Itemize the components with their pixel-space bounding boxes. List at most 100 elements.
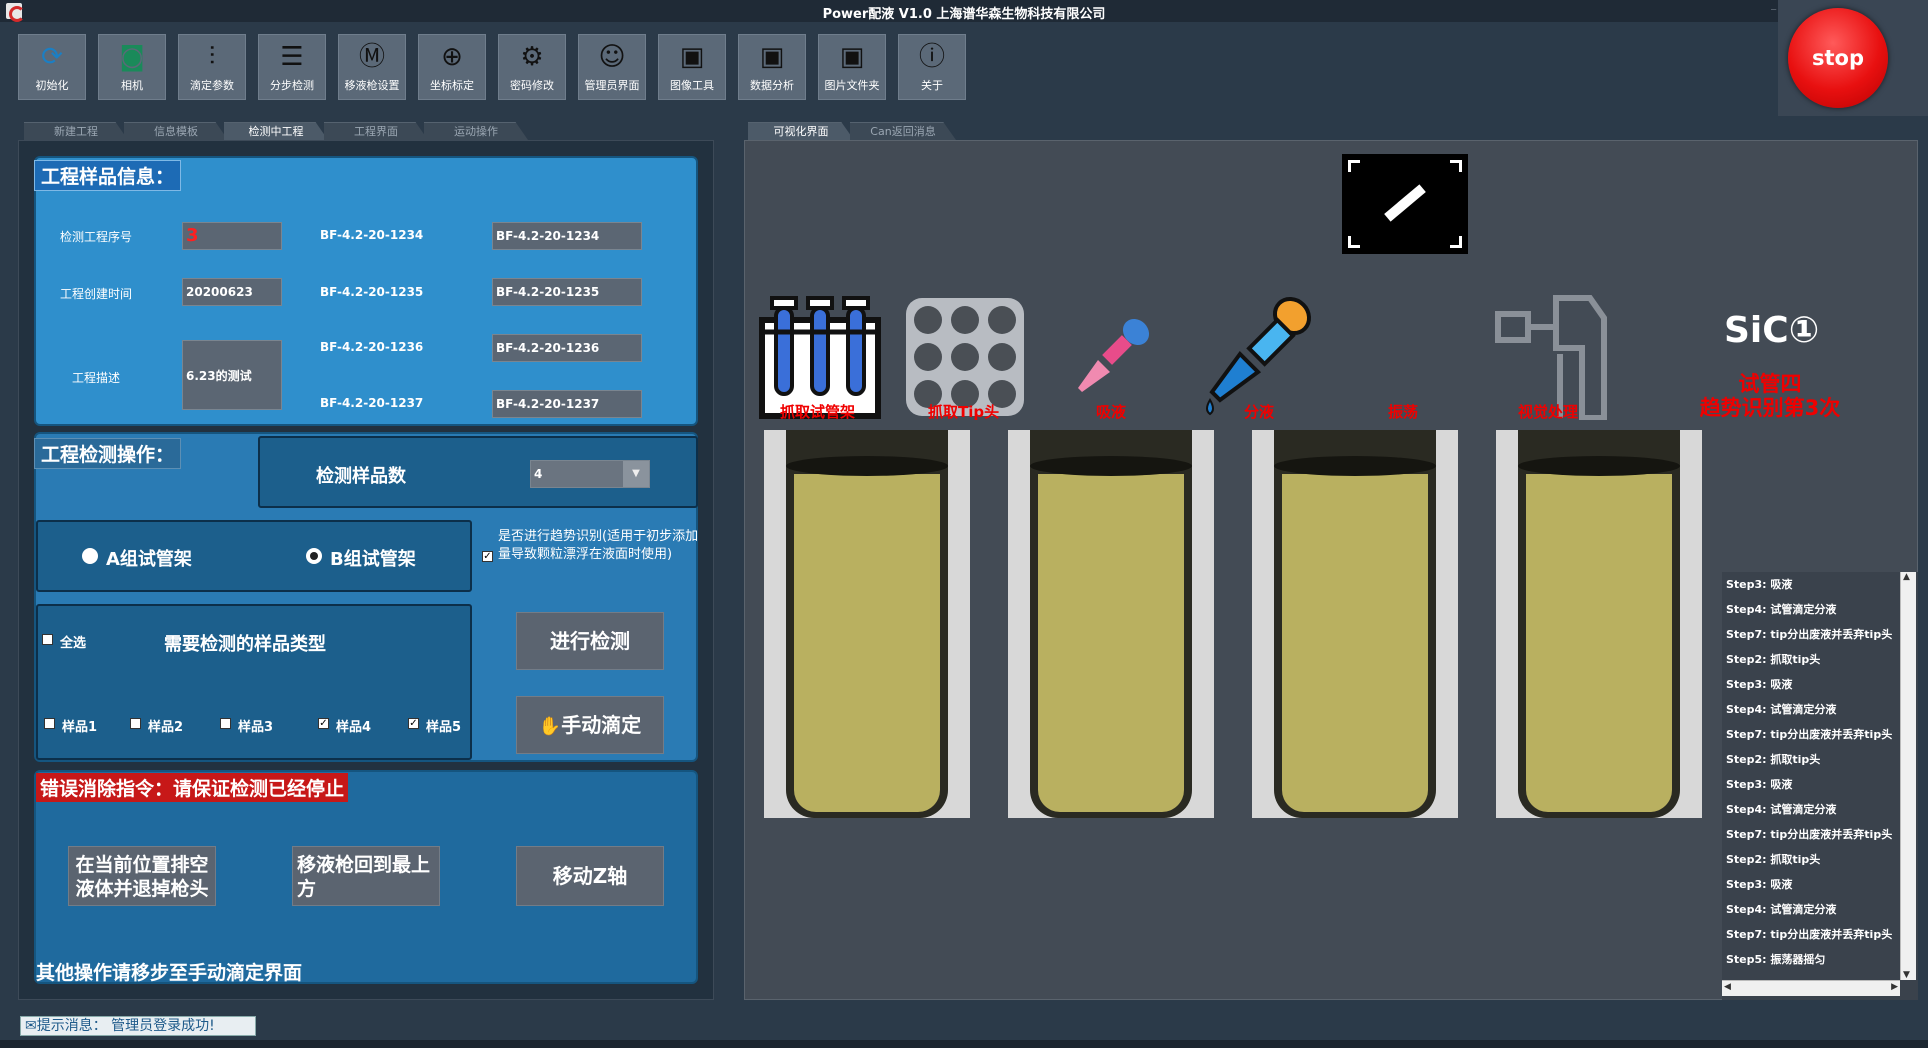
toolbar-button-admin[interactable]: ☺ 管理员界面 [578,34,646,100]
step-log-list[interactable]: Step3: 吸液 Step4: 试管滴定分液 Step7: tip分出废液并丢… [1722,572,1918,1000]
desc-label: 工程描述 [72,371,121,385]
sample-code-field-3[interactable]: BF-4.2-20-1236 [492,334,642,362]
dropper-dispense-icon [1206,296,1312,416]
device-view-icon [1342,154,1468,254]
sample-code-field-4[interactable]: BF-4.2-20-1237 [492,390,642,418]
toolbar-button-pipette-settings[interactable]: Ⓜ 移液枪设置 [338,34,406,100]
sample-code-3: BF-4.2-20-1236 [320,340,424,354]
toolbar-button-init[interactable]: ⟳ 初始化 [18,34,86,100]
pipette-return-top-button[interactable]: 移液枪回到最上方 [292,846,440,906]
toolbar: ⟳ 初始化 ◙ 相机 ⫶ 滴定参数 ☰ 分步检测 Ⓜ 移液枪设置 ⊕ 坐标标定 … [0,22,1928,114]
tube-image-4 [1496,430,1702,818]
log-horizontal-scrollbar[interactable]: ◀ ▶ [1722,980,1900,996]
image-chart-icon: ▣ [759,42,785,72]
sample-info-title: 工程样品信息： [34,160,182,191]
scroll-left-icon[interactable]: ◀ [1724,982,1731,992]
rack-a-radio[interactable] [82,548,98,564]
sample-code-2: BF-4.2-20-1235 [320,285,424,299]
sample3-checkbox[interactable] [220,718,231,729]
list-icon: ☰ [280,42,304,72]
log-line: Step3: 吸液 [1726,778,1793,791]
toolbar-button-image-tools[interactable]: ▣ 图像工具 [658,34,726,100]
refresh-icon: ⟳ [41,42,63,72]
serial-field[interactable]: 3 [182,222,282,250]
scroll-down-icon[interactable]: ▼ [1903,970,1910,980]
sample2-label: 样品2 [148,720,184,735]
sample-types-title: 需要检测的样品类型 [164,634,326,655]
manual-titration-label: 手动滴定 [561,713,642,737]
serial-label: 检测工程序号 [60,230,133,244]
status-text: 提示消息： 管理员登录成功! [36,1018,215,1034]
toolbar-button-about[interactable]: ⓘ 关于 [898,34,966,100]
log-line: Step7: tip分出废液并丢弃tip头 [1726,728,1893,741]
mail-icon: ✉ [25,1018,37,1034]
log-line: Step7: tip分出废液并丢弃tip头 [1726,928,1893,941]
chevron-down-icon[interactable]: ▼ [623,461,649,487]
toolbar-button-data-analysis[interactable]: ▣ 数据分析 [738,34,806,100]
sample-code-field-1[interactable]: BF-4.2-20-1234 [492,222,642,250]
tab-new-project[interactable]: 新建工程 [24,122,128,140]
select-all-label: 全选 [60,636,87,651]
hand-icon: ✋ [538,716,562,737]
image-folder-icon: ▣ [839,42,865,72]
step-grab-rack: 抓取试管架 [780,403,856,421]
sample-count-label: 检测样品数 [316,466,406,487]
manual-titration-button[interactable]: ✋手动滴定 [516,696,664,754]
created-field[interactable]: 20200623 [182,278,282,306]
stop-button[interactable]: stop [1788,8,1888,108]
stop-area: stop [1778,0,1928,116]
sample1-checkbox[interactable] [44,718,55,729]
log-vertical-scrollbar[interactable]: ▲ ▼ [1900,572,1916,980]
sample2-checkbox[interactable] [130,718,141,729]
sample5-checkbox[interactable]: ✓ [408,718,419,729]
lock-gear-icon: ⚙ [520,42,544,72]
created-label: 工程创建时间 [60,287,133,301]
step-vision: 视觉处理 [1518,403,1579,421]
log-line: Step5: 振荡器摇匀 [1726,953,1826,966]
select-all-checkbox[interactable] [42,634,53,645]
tab-project-interface[interactable]: 工程界面 [324,122,428,140]
image-icon: ▣ [679,42,705,72]
sliders-icon: ⫶ [208,42,216,72]
step-shake: 振荡 [1388,403,1419,421]
scroll-right-icon[interactable]: ▶ [1891,982,1898,992]
tab-motion-operation[interactable]: 运动操作 [424,122,528,140]
status-message: ✉提示消息： 管理员登录成功! [20,1016,256,1036]
rack-b-radio[interactable] [306,548,322,564]
sample4-checkbox[interactable]: ✓ [318,718,329,729]
user-gear-icon: ☺ [598,42,626,72]
log-line: Step7: tip分出废液并丢弃tip头 [1726,628,1893,641]
toolbar-button-titration-params[interactable]: ⫶ 滴定参数 [178,34,246,100]
log-line: Step4: 试管滴定分液 [1726,703,1837,716]
toolbar-button-password[interactable]: ⚙ 密码修改 [498,34,566,100]
tab-visual[interactable]: 可视化界面 [748,122,854,140]
toolbar-button-coordinate-calibration[interactable]: ⊕ 坐标标定 [418,34,486,100]
run-detection-button[interactable]: 进行检测 [516,612,664,670]
log-line: Step3: 吸液 [1726,578,1793,591]
pipette-circle-icon: Ⓜ [358,42,385,72]
tube-image-1 [764,430,970,818]
toolbar-button-camera[interactable]: ◙ 相机 [98,34,166,100]
sample3-label: 样品3 [238,720,274,735]
log-line: Step7: tip分出废液并丢弃tip头 [1726,828,1893,841]
scroll-up-icon[interactable]: ▲ [1903,572,1910,582]
sample4-label: 样品4 [336,720,372,735]
toolbar-button-image-folder[interactable]: ▣ 图片文件夹 [818,34,886,100]
sample-code-field-2[interactable]: BF-4.2-20-1235 [492,278,642,306]
trend-count-status: 趋势识别第3次 [1699,396,1841,420]
camera-icon: ◙ [119,42,145,72]
empty-liquid-button[interactable]: 在当前位置排空液体并退掉枪头 [68,846,216,906]
sample-count-select[interactable]: 4 ▼ [530,460,650,488]
tube-image-2 [1008,430,1214,818]
toolbar-button-step-detect[interactable]: ☰ 分步检测 [258,34,326,100]
rack-a-label: A组试管架 [106,549,192,570]
tab-project-in-progress[interactable]: 检测中工程 [224,122,328,140]
sample-count-value: 4 [534,467,543,481]
move-z-axis-button[interactable]: 移动Z轴 [516,846,664,906]
tab-can-messages[interactable]: Can返回消息 [850,122,956,140]
log-line: Step2: 抓取tip头 [1726,753,1821,766]
tab-info-template[interactable]: 信息模板 [124,122,228,140]
error-title: 错误消除指令：请保证检测已经停止 [36,773,349,802]
trend-checkbox[interactable]: ✓ [482,551,493,562]
desc-field[interactable]: 6.23的测试 [182,340,282,410]
